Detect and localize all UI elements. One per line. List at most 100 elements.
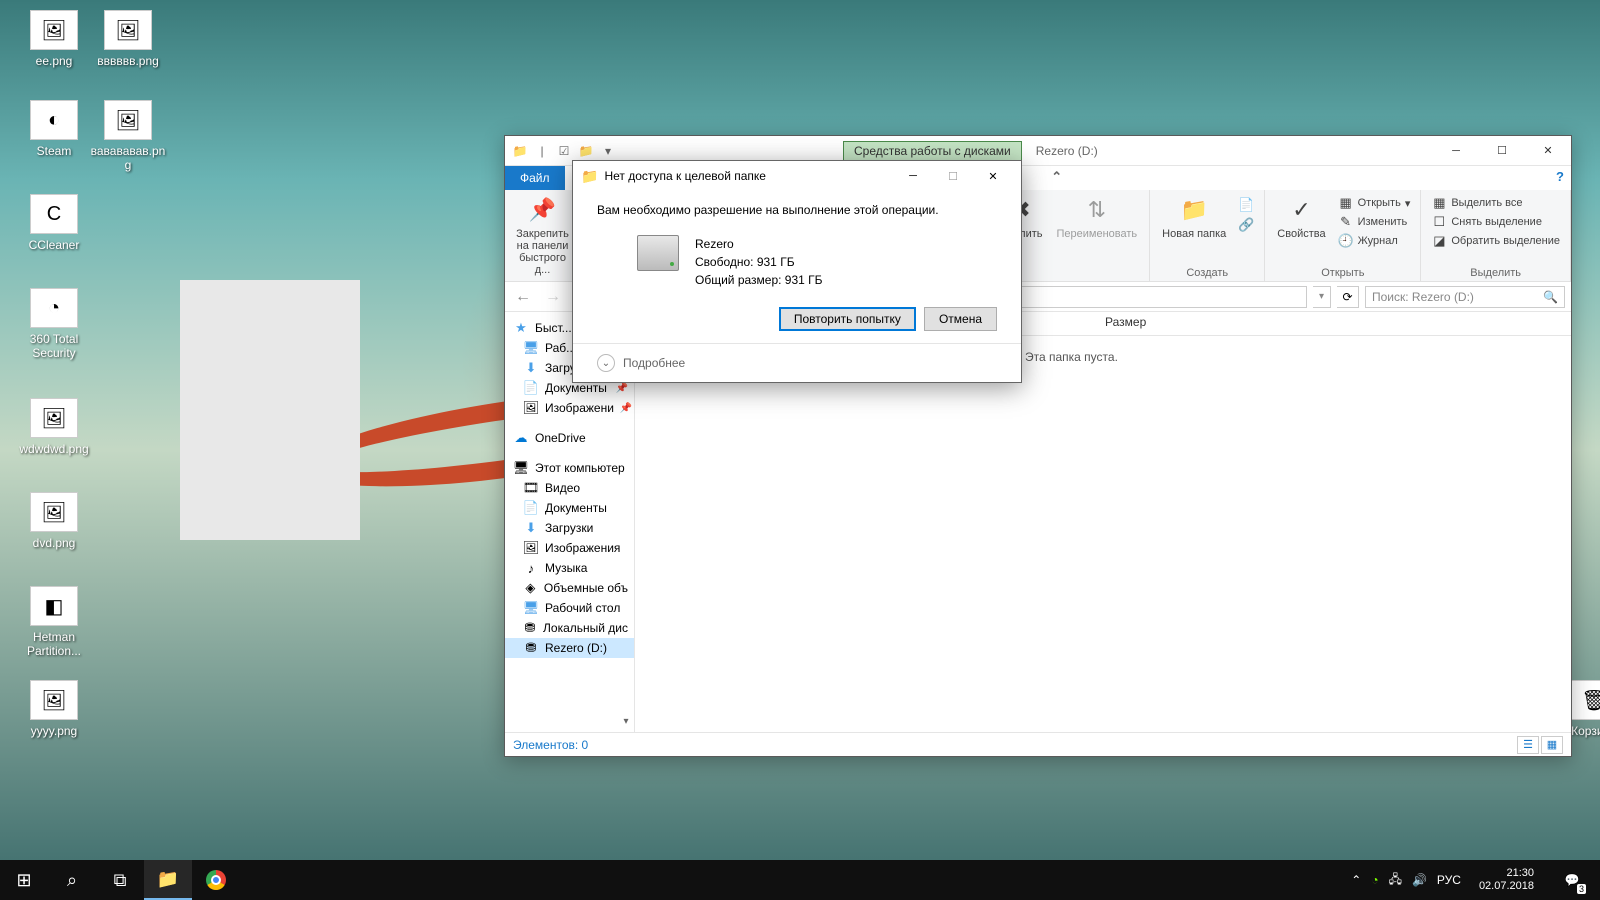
cancel-button[interactable]: Отмена <box>924 307 997 331</box>
desktop-icon[interactable]: 🖼вввввв.png <box>90 10 166 68</box>
start-button[interactable]: ⊞ <box>0 860 48 900</box>
tab-file[interactable]: Файл <box>505 166 565 190</box>
qat-dropdown-icon[interactable]: ▾ <box>599 142 617 160</box>
download-icon: ⬇ <box>523 360 539 376</box>
file-icon: 🖼 <box>30 680 78 720</box>
desktop-icon[interactable]: 🖼ee.png <box>16 10 92 68</box>
taskbar-chrome[interactable] <box>192 860 240 900</box>
nav-3dobjects[interactable]: ◈Объемные объ <box>505 578 634 598</box>
file-icon: 🖼 <box>30 492 78 532</box>
view-icons-button[interactable]: ▦ <box>1541 736 1563 754</box>
retry-button[interactable]: Повторить попытку <box>779 307 916 331</box>
nav-video[interactable]: 🎞Видео <box>505 478 634 498</box>
new-item-button[interactable]: 📄 <box>1234 196 1258 214</box>
desktop-icon[interactable]: ◐Steam <box>16 100 92 158</box>
file-icon: ◔ <box>30 288 78 328</box>
star-icon: ★ <box>513 320 529 336</box>
desktop-icon[interactable]: 🖼 dvd.png <box>16 492 92 550</box>
tray-expand-icon[interactable]: ⌃ <box>1351 873 1361 887</box>
icon-label: dvd.png <box>16 536 92 550</box>
dialog-minimize-button[interactable]: ─ <box>893 161 933 191</box>
context-tab[interactable]: Средства работы с дисками <box>843 141 1022 161</box>
drive-info-block: Rezero Свободно: 931 ГБ Общий размер: 93… <box>637 235 997 289</box>
properties-button[interactable]: ✓Свойства <box>1271 192 1331 250</box>
nav-downloads[interactable]: ⬇Загрузки <box>505 518 634 538</box>
taskview-button[interactable]: ⧉ <box>96 860 144 900</box>
desktop-icon[interactable]: ◧Hetman Partition... <box>16 586 92 658</box>
taskbar-explorer[interactable]: 📁 <box>144 860 192 900</box>
rename-button[interactable]: ⇅Переименовать <box>1051 192 1144 242</box>
desktop-icon[interactable]: 🖼yyyy.png <box>16 680 92 738</box>
select-all-button[interactable]: ▦Выделить все <box>1427 194 1564 212</box>
icon-label: Hetman Partition... <box>16 630 92 658</box>
more-details-toggle[interactable]: ⌄ Подробнее <box>573 343 1021 382</box>
desktop-icon[interactable]: ◔360 Total Security <box>16 288 92 360</box>
nav-documents[interactable]: 📄Документы <box>505 498 634 518</box>
maximize-button[interactable]: ☐ <box>1479 136 1525 166</box>
refresh-button[interactable]: ⟳ <box>1337 286 1359 308</box>
close-button[interactable]: ✕ <box>1525 136 1571 166</box>
nav-desktop[interactable]: 🖥Рабочий стол <box>505 598 634 618</box>
drive-free: Свободно: 931 ГБ <box>695 253 823 271</box>
easy-access-button[interactable]: 🔗 <box>1234 216 1258 234</box>
nav-back-button[interactable]: ← <box>511 285 535 309</box>
icon-label: Steam <box>16 144 92 158</box>
taskbar-clock[interactable]: 21:30 02.07.2018 <box>1471 867 1542 893</box>
open-icon: ▦ <box>1338 195 1354 211</box>
invert-selection-button[interactable]: ◪Обратить выделение <box>1427 232 1564 250</box>
new-folder-button[interactable]: 📁Новая папка <box>1156 192 1232 242</box>
search-input[interactable]: Поиск: Rezero (D:)🔍 <box>1365 286 1565 308</box>
tray-360-icon[interactable]: ◔ <box>1371 873 1378 887</box>
edit-button[interactable]: ✎Изменить <box>1334 213 1415 231</box>
nav-scroll-down[interactable]: ▾ <box>618 716 634 732</box>
desktop-icon[interactable]: CCCleaner <box>16 194 92 252</box>
view-details-button[interactable]: ☰ <box>1517 736 1539 754</box>
tray-network-icon[interactable]: 🖧 <box>1389 870 1402 891</box>
nav-localdisk[interactable]: ⛃Локальный дис <box>505 618 634 638</box>
open-button[interactable]: ▦Открыть ▾ <box>1334 194 1415 212</box>
dialog-titlebar[interactable]: 📁 Нет доступа к целевой папке ─ ☐ ✕ <box>573 161 1021 191</box>
nav-onedrive[interactable]: ☁OneDrive <box>505 428 634 448</box>
help-icon[interactable]: ? <box>1549 166 1571 190</box>
nav-thispc[interactable]: 🖥Этот компьютер <box>505 458 634 478</box>
tray-volume-icon[interactable]: 🔊 <box>1412 873 1427 887</box>
file-icon: 🖼 <box>104 100 152 140</box>
select-none-button[interactable]: ☐Снять выделение <box>1427 213 1564 231</box>
qat-newfolder-icon[interactable]: 📁 <box>577 142 595 160</box>
onedrive-icon: ☁ <box>513 430 529 446</box>
status-text: Элементов: 0 <box>513 738 588 752</box>
window-title: Rezero (D:) <box>1036 144 1098 158</box>
nav-forward-button[interactable]: → <box>541 285 565 309</box>
file-icon: C <box>30 194 78 234</box>
pin-quickaccess-button[interactable]: 📌 Закрепить на панели быстрого д... <box>511 192 574 278</box>
desktop-icon[interactable]: 🖼 вавававав.png <box>90 100 166 172</box>
collapse-ribbon-icon[interactable]: ⌃ <box>1046 166 1068 190</box>
nav-pictures-quick[interactable]: 🖼Изображени📌 <box>505 398 634 418</box>
icon-label: wdwdwd.png <box>16 442 92 456</box>
search-button[interactable]: ⌕ <box>48 860 96 900</box>
music-icon: ♪ <box>523 560 539 576</box>
file-icon: 🗑 <box>1570 680 1600 720</box>
dialog-maximize-button[interactable]: ☐ <box>933 161 973 191</box>
pin-icon: 📌 <box>527 194 559 226</box>
qat-divider: | <box>533 142 551 160</box>
taskbar: ⊞ ⌕ ⧉ 📁 ⌃ ◔ 🖧 🔊 РУС 21:30 02.07.2018 💬3 <box>0 860 1600 900</box>
icon-label: вавававав.png <box>90 144 166 172</box>
history-button[interactable]: 🕘Журнал <box>1334 232 1415 250</box>
nav-music[interactable]: ♪Музыка <box>505 558 634 578</box>
notifications-button[interactable]: 💬3 <box>1552 860 1592 900</box>
minimize-button[interactable]: ─ <box>1433 136 1479 166</box>
col-size[interactable]: Размер <box>1095 312 1205 335</box>
nav-pictures[interactable]: 🖼Изображения <box>505 538 634 558</box>
dialog-close-button[interactable]: ✕ <box>973 161 1013 191</box>
objects3d-icon: ◈ <box>523 580 538 596</box>
folder-icon: 📁 <box>511 142 529 160</box>
history-icon: 🕘 <box>1338 233 1354 249</box>
desktop-icon[interactable]: 🖼wdwdwd.png <box>16 398 92 456</box>
tray-language[interactable]: РУС <box>1437 873 1461 887</box>
nav-rezero[interactable]: ⛃Rezero (D:) <box>505 638 634 658</box>
documents-icon: 📄 <box>523 500 539 516</box>
breadcrumb-dropdown[interactable]: ▾ <box>1313 286 1331 308</box>
video-icon: 🎞 <box>523 480 539 496</box>
qat-properties-icon[interactable]: ☑ <box>555 142 573 160</box>
